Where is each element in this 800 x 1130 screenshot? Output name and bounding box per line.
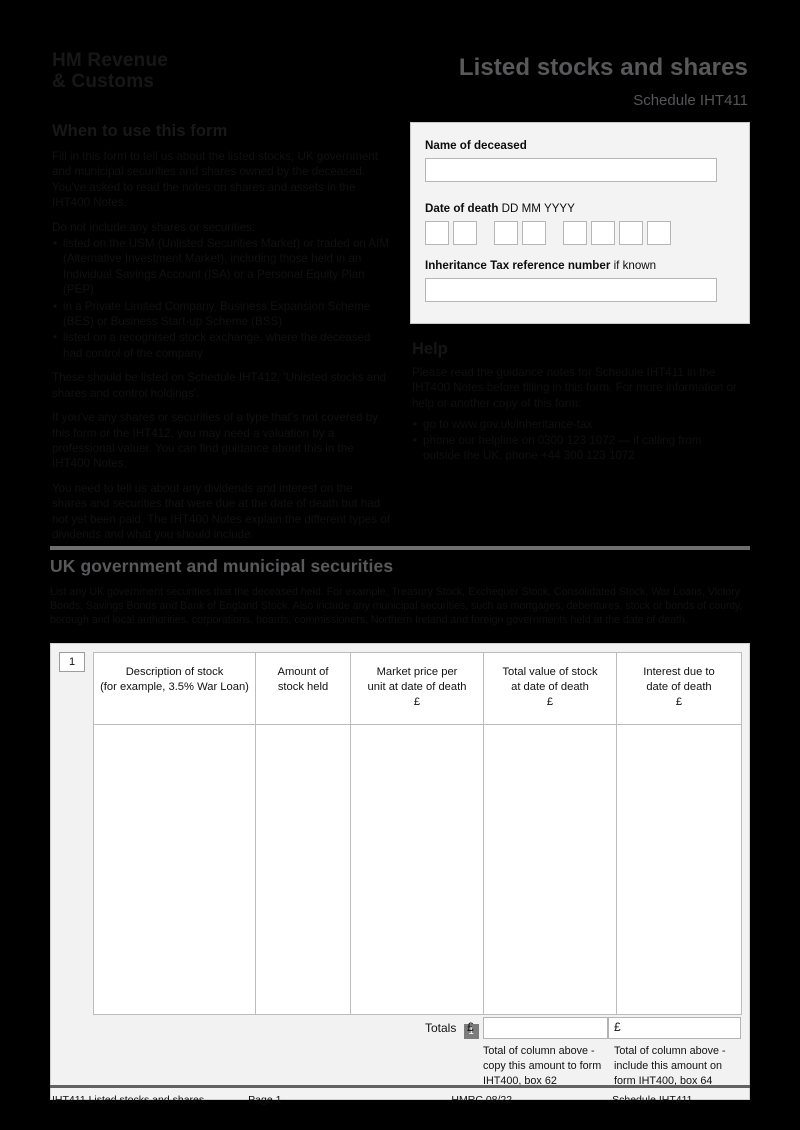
form-page: HM Revenue & Customs Listed stocks and s… <box>0 0 800 1130</box>
dod-year-1[interactable] <box>563 221 587 245</box>
list-item: listed on the USM (Unlisted Securities M… <box>52 236 390 298</box>
name-of-deceased-input[interactable] <box>425 158 717 182</box>
column-header-line: date of death <box>646 681 712 693</box>
column-header-currency: £ <box>675 696 683 708</box>
footer-divider <box>50 1085 750 1088</box>
dod-month-1[interactable] <box>494 221 518 245</box>
column-header-currency: £ <box>413 696 421 708</box>
when-to-use-section: When to use this form Fill in this form … <box>52 122 390 551</box>
footer-title: IHT411 Listed stocks and shares <box>52 1094 205 1106</box>
table-body <box>93 724 742 1015</box>
iht-reference-label: Inheritance Tax reference number if know… <box>425 259 735 272</box>
intro-paragraph-3: If you've any shares or securities of a … <box>52 411 379 471</box>
totals-total-value-group: £ Total of column above - copy this amou… <box>467 1017 608 1089</box>
column-header-line: Amount of <box>277 666 329 678</box>
table-header: Description of stock (for example, 3.5% … <box>93 652 742 725</box>
date-of-death-label: Date of death DD MM YYYY <box>425 202 735 215</box>
column-header-amount: Amount of stock held <box>255 652 351 725</box>
securities-table: Description of stock (for example, 3.5% … <box>93 652 742 1015</box>
iht-reference-label-bold: Inheritance Tax reference number <box>425 259 611 272</box>
exclusions-list: listed on the USM (Unlisted Securities M… <box>52 236 390 361</box>
currency-symbol: £ <box>467 1020 474 1034</box>
cell-total-value[interactable] <box>483 724 617 1015</box>
table-row <box>93 724 742 1015</box>
iht-reference-label-light: if known <box>613 259 657 272</box>
cell-amount[interactable] <box>255 724 351 1015</box>
when-to-use-heading: When to use this form <box>52 122 228 140</box>
help-heading: Help <box>412 340 448 358</box>
list-item: listed on a recognised stock exchange, w… <box>52 330 390 361</box>
column-header-line: unit at date of death <box>367 681 467 693</box>
securities-section-heading: UK government and municipal securities <box>50 556 394 576</box>
exclusions-lead: Do not include any shares or securities: <box>52 220 255 234</box>
dod-year-4[interactable] <box>647 221 671 245</box>
cell-interest[interactable] <box>616 724 742 1015</box>
totals-interest-note: Total of column above - include this amo… <box>614 1045 726 1087</box>
dod-year-3[interactable] <box>619 221 643 245</box>
currency-symbol: £ <box>614 1020 621 1034</box>
totals-interest-group: £ Total of column above - include this a… <box>608 1017 741 1089</box>
column-header-line: (for example, 3.5% War Loan) <box>100 681 249 693</box>
dod-year-2[interactable] <box>591 221 615 245</box>
section-divider <box>50 546 750 550</box>
footer-form-code: HMRC 08/22 <box>451 1094 513 1106</box>
totals-label-text: Totals <box>425 1021 457 1035</box>
date-of-death-format: DD MM YYYY <box>501 202 575 215</box>
column-header-line: Description of stock <box>125 666 224 678</box>
hmrc-logo: HM Revenue & Customs <box>52 50 352 92</box>
totals-row: Totals 1 £ Total of column above - copy … <box>93 1017 741 1089</box>
column-header-line: at date of death <box>511 681 589 693</box>
column-header-total-value: Total value of stock at date of death £ <box>483 652 617 725</box>
help-list: go to www.gov.uk/inheritance-tax phone o… <box>412 417 742 463</box>
help-paragraph: Please read the guidance notes for Sched… <box>412 366 737 410</box>
iht-reference-input[interactable] <box>425 278 717 302</box>
column-header-line: stock held <box>277 681 329 693</box>
column-header-interest: Interest due to date of death £ <box>616 652 742 725</box>
date-of-death-boxes <box>425 221 735 245</box>
dod-day-1[interactable] <box>425 221 449 245</box>
column-header-market-price: Market price per unit at date of death £ <box>350 652 484 725</box>
dod-month-2[interactable] <box>522 221 546 245</box>
help-section: Help Please read the guidance notes for … <box>412 340 742 463</box>
column-header-currency: £ <box>546 696 554 708</box>
brand-line-2: & Customs <box>52 71 155 92</box>
cell-description[interactable] <box>93 724 256 1015</box>
page-title: Listed stocks and shares <box>458 54 748 81</box>
intro-paragraph-1: Fill in this form to tell us about the l… <box>52 150 379 210</box>
page-subtitle: Schedule IHT411 <box>633 92 748 109</box>
name-of-deceased-label: Name of deceased <box>425 139 527 152</box>
table-header-row: Description of stock (for example, 3.5% … <box>93 652 742 725</box>
totals-total-value-input[interactable] <box>483 1017 608 1039</box>
totals-total-note: Total of column above - copy this amount… <box>483 1045 602 1087</box>
deceased-details-panel: Name of deceased Date of death DD MM YYY… <box>410 122 750 324</box>
footer-page-number: Page 1 <box>248 1094 282 1106</box>
cell-market-price[interactable] <box>350 724 484 1015</box>
brand-line-1: HM Revenue <box>52 50 169 71</box>
column-header-line: Market price per <box>376 666 458 678</box>
column-header-line: Interest due to <box>643 666 715 678</box>
column-header-line: Total value of stock <box>502 666 598 678</box>
securities-table-container: 1 Description of stock (for example, 3.5… <box>50 643 750 1100</box>
securities-section-intro: List any UK government securities that t… <box>50 586 743 626</box>
list-item: go to www.gov.uk/inheritance-tax <box>412 417 742 433</box>
list-item: in a Private Limited Company, Business E… <box>52 299 390 330</box>
totals-interest-input[interactable] <box>608 1017 741 1039</box>
intro-paragraph-2: These should be listed on Schedule IHT41… <box>52 371 387 400</box>
intro-paragraph-4: You need to tell us about any dividends … <box>52 481 390 541</box>
column-header-description: Description of stock (for example, 3.5% … <box>93 652 256 725</box>
list-item: phone our helpline on 0300 123 1072 — if… <box>412 433 742 464</box>
footer-schedule-ref: Schedule IHT411 <box>612 1094 693 1106</box>
dod-day-2[interactable] <box>453 221 477 245</box>
page-footer: IHT411 Listed stocks and shares Page 1 H… <box>52 1094 752 1106</box>
date-of-death-label-text: Date of death <box>425 202 499 215</box>
box-number-badge: 1 <box>59 652 85 672</box>
